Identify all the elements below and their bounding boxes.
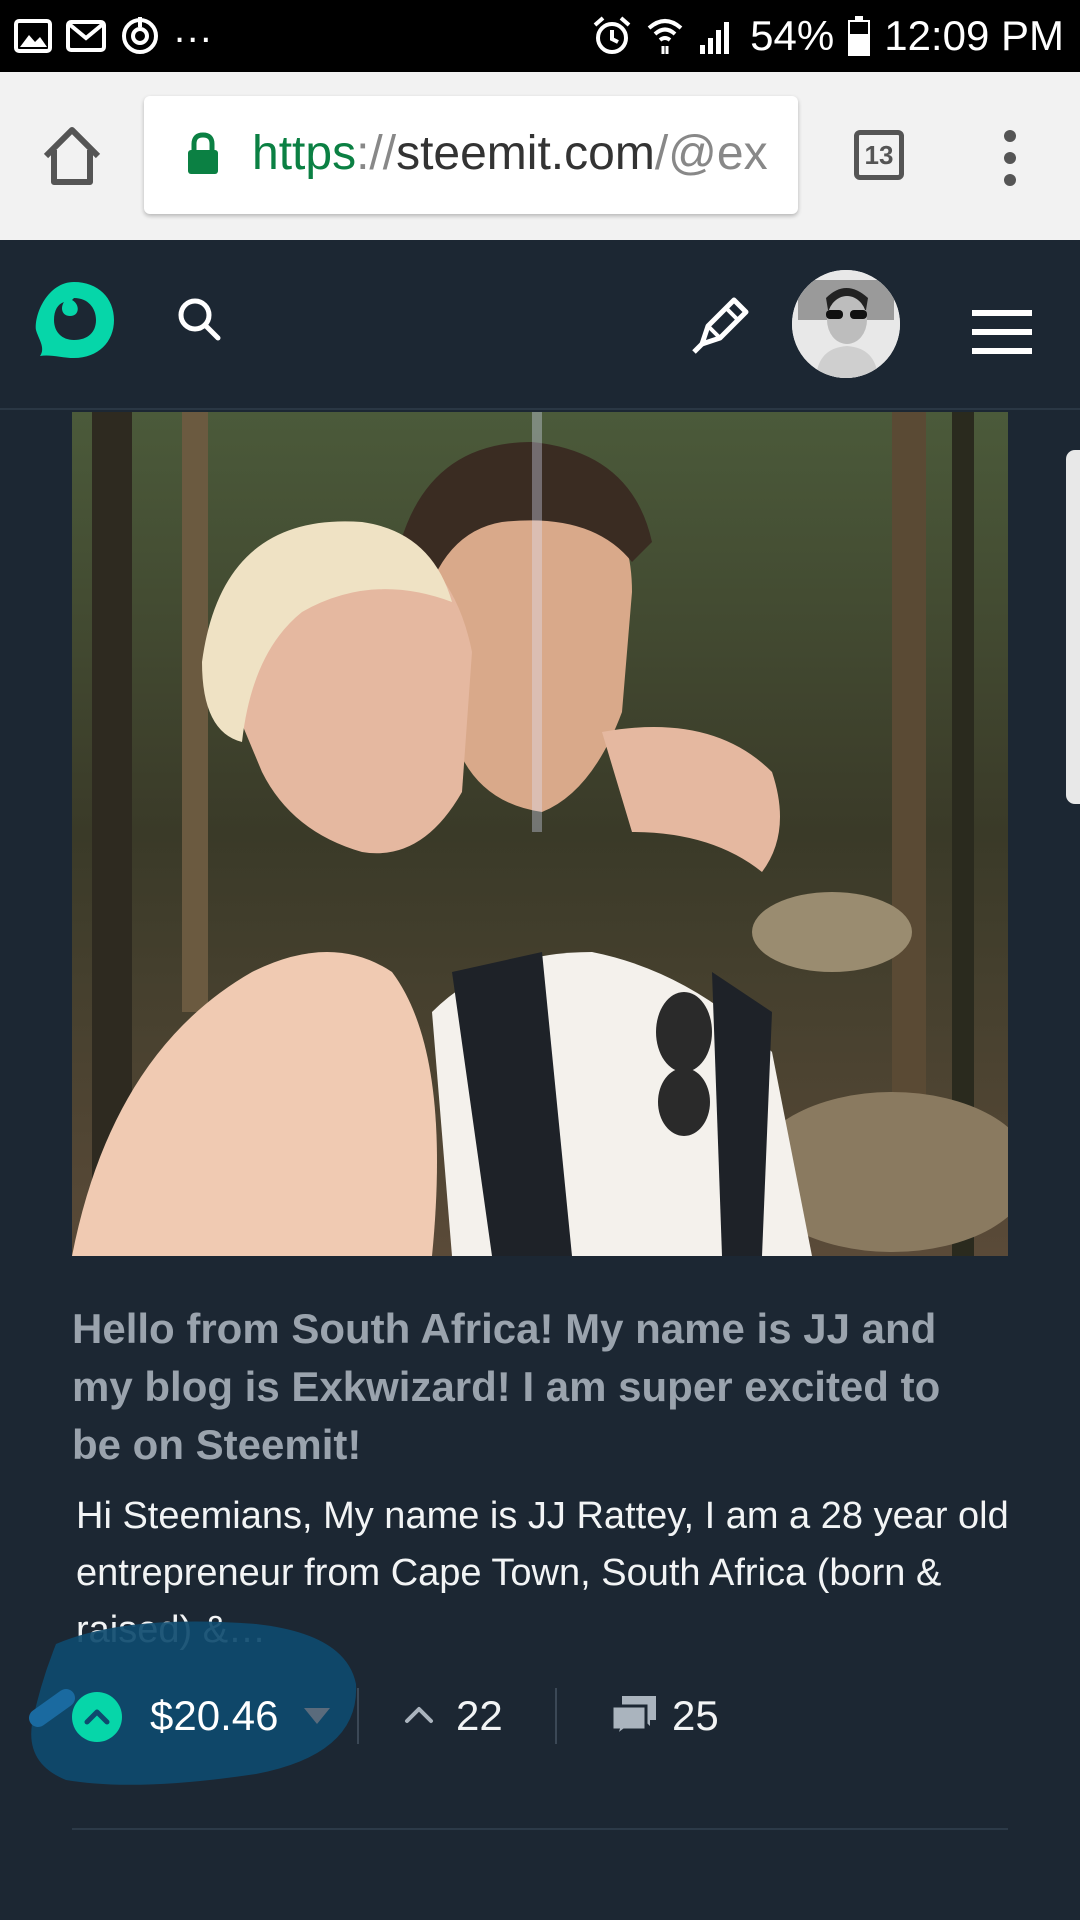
home-icon[interactable] — [40, 124, 104, 188]
comments-icon[interactable] — [610, 1694, 658, 1738]
wifi-icon — [647, 19, 683, 54]
divider — [555, 1688, 557, 1744]
votes-count[interactable]: 22 — [456, 1688, 503, 1744]
more-notifications: ... — [174, 6, 214, 51]
upvote-button[interactable] — [72, 1692, 122, 1742]
sync-icon — [122, 17, 158, 54]
app-header — [0, 240, 1080, 410]
post-thumbnail[interactable] — [72, 412, 1008, 1256]
status-notifications: ... — [14, 7, 213, 58]
payout-amount[interactable]: $20.46 — [150, 1688, 278, 1744]
hamburger-menu-icon[interactable] — [972, 308, 1032, 356]
url-path: /@ex — [654, 127, 768, 180]
battery-percent: 54% — [750, 12, 835, 59]
browser-toolbar: https://steemit.com/@ex 13 — [0, 72, 1080, 240]
search-icon[interactable] — [176, 296, 222, 342]
upvote-chevron-icon — [84, 1709, 110, 1725]
pencil-icon[interactable] — [690, 294, 752, 356]
divider — [357, 1688, 359, 1744]
post-photo — [72, 412, 1008, 1256]
tab-switcher-button[interactable]: 13 — [854, 130, 904, 180]
gallery-icon — [14, 19, 52, 53]
address-bar[interactable]: https://steemit.com/@ex — [144, 96, 798, 214]
chevron-down-icon[interactable] — [304, 1708, 330, 1724]
url-scheme: https — [252, 127, 357, 180]
url-text[interactable]: https://steemit.com/@ex — [252, 126, 768, 182]
battery-icon — [848, 16, 871, 56]
lock-icon — [188, 132, 218, 174]
url-separator: :// — [356, 127, 397, 180]
mail-icon — [66, 20, 106, 52]
more-vert-icon[interactable] — [996, 128, 1024, 188]
user-avatar[interactable] — [792, 270, 900, 378]
scrollbar[interactable] — [1066, 450, 1080, 804]
tab-count: 13 — [864, 139, 894, 170]
alarm-icon — [593, 16, 631, 54]
signal-icon — [700, 22, 730, 54]
votes-chevron-icon[interactable] — [404, 1704, 434, 1724]
clock: 12:09 PM — [884, 12, 1064, 59]
url-host: steemit.com — [396, 127, 655, 180]
status-bar: ... 54% 12:09 PM — [0, 0, 1080, 72]
feed-divider — [72, 1828, 1008, 1830]
avatar-photo — [792, 270, 900, 378]
steemit-logo[interactable] — [28, 274, 120, 366]
comments-count[interactable]: 25 — [672, 1688, 719, 1744]
post-footer: $20.46 22 25 — [0, 1670, 1080, 1754]
post-title[interactable]: Hello from South Africa! My name is JJ a… — [72, 1300, 972, 1474]
status-indicators: 54% 12:09 PM — [592, 10, 1064, 62]
